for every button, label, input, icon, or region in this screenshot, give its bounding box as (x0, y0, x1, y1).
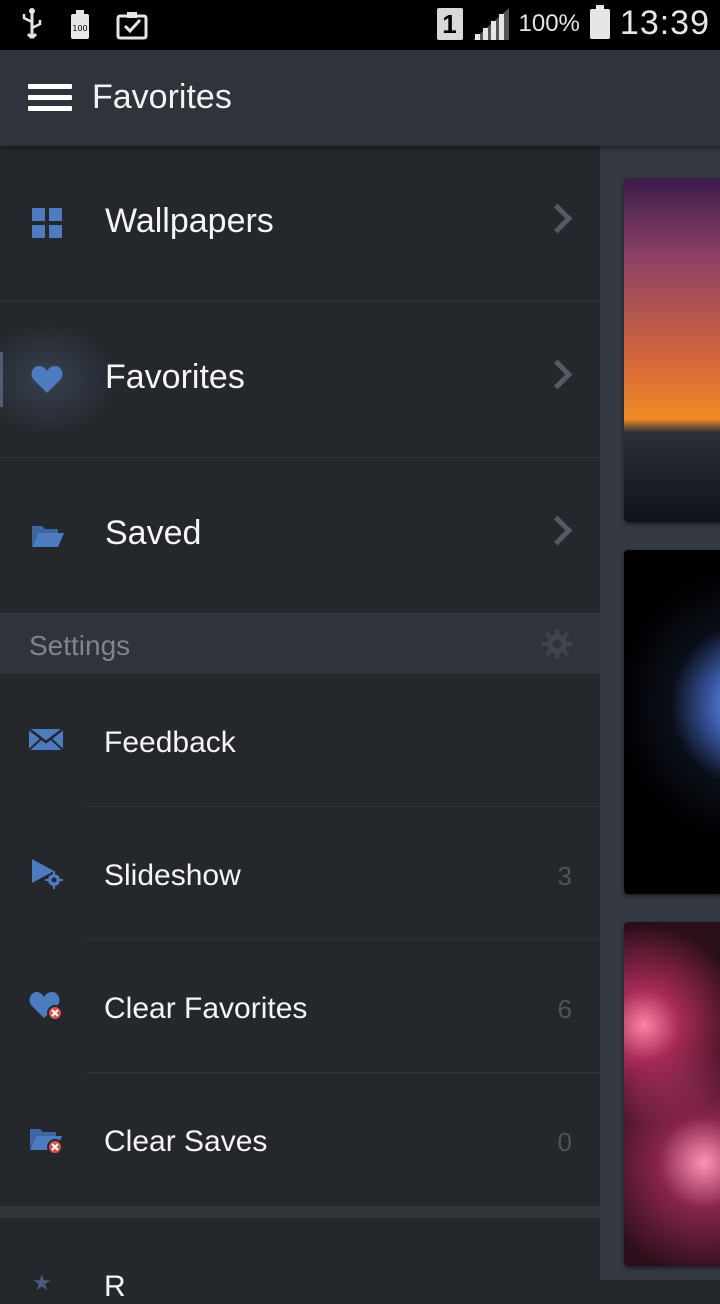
settings-item-label: Clear Saves (104, 1125, 268, 1158)
sim-indicator: 1 (436, 7, 463, 40)
battery-percent: 100% (518, 9, 580, 37)
navigation-drawer: Wallpapers Favorites Saved Settings Feed… (0, 146, 600, 1303)
gear-icon[interactable] (542, 629, 572, 659)
slideshow-gear-icon (32, 859, 63, 889)
usb-icon (22, 8, 42, 40)
chevron-right-icon (542, 515, 573, 546)
settings-item-label: Clear Favorites (104, 992, 308, 1025)
settings-item-label: Slideshow (104, 859, 241, 892)
folder-open-icon (32, 526, 64, 547)
wallpaper-thumbnail[interactable] (624, 922, 720, 1266)
settings-item-feedback[interactable]: Feedback (0, 674, 600, 807)
nav-item-label: Wallpapers (105, 202, 274, 240)
settings-header-label: Settings (29, 630, 131, 661)
wallpaper-thumbnail[interactable] (624, 550, 720, 894)
settings-item-slideshow[interactable]: Slideshow 3 (0, 807, 600, 940)
settings-item-clear-favorites[interactable]: Clear Favorites 6 (0, 940, 600, 1073)
heart-icon (31, 366, 63, 393)
nav-item-label: Favorites (105, 358, 245, 396)
item-count: 6 (557, 994, 572, 1024)
page-title: Favorites (92, 78, 232, 116)
star-icon: ★ (32, 1270, 52, 1295)
envelope-icon (28, 728, 64, 751)
heart-remove-icon (29, 992, 63, 1021)
settings-item-partial[interactable]: ★ R (0, 1218, 600, 1303)
nav-item-saved[interactable]: Saved (0, 458, 600, 614)
folder-remove-icon (30, 1129, 63, 1155)
chevron-right-icon (542, 203, 573, 234)
battery-100-icon: 100 (71, 10, 89, 39)
battery-icon (589, 4, 610, 39)
svg-text:100: 100 (72, 24, 87, 33)
settings-item-clear-saves[interactable]: Clear Saves 0 (0, 1073, 600, 1206)
signal-icon (472, 7, 509, 40)
selection-indicator (0, 352, 3, 407)
nav-item-label: Saved (105, 514, 202, 552)
nav-item-wallpapers[interactable]: Wallpapers (0, 146, 600, 302)
clipboard-check-icon (116, 12, 148, 40)
wallpaper-grid (600, 146, 720, 1280)
app-bar: Favorites (0, 50, 720, 146)
item-count: 3 (557, 861, 572, 891)
section-divider (0, 1206, 600, 1218)
settings-item-label: R (104, 1270, 126, 1303)
menu-icon[interactable] (28, 84, 72, 112)
wallpaper-thumbnail[interactable] (624, 178, 720, 522)
item-count: 0 (557, 1127, 572, 1157)
settings-header: Settings (0, 614, 600, 674)
settings-item-label: Feedback (104, 726, 236, 759)
nav-item-favorites[interactable]: Favorites (0, 302, 600, 458)
clock: 13:39 (619, 4, 710, 42)
chevron-right-icon (542, 359, 573, 390)
grid-icon (32, 208, 62, 238)
status-bar: 100 1 100% 13:39 (0, 0, 720, 50)
